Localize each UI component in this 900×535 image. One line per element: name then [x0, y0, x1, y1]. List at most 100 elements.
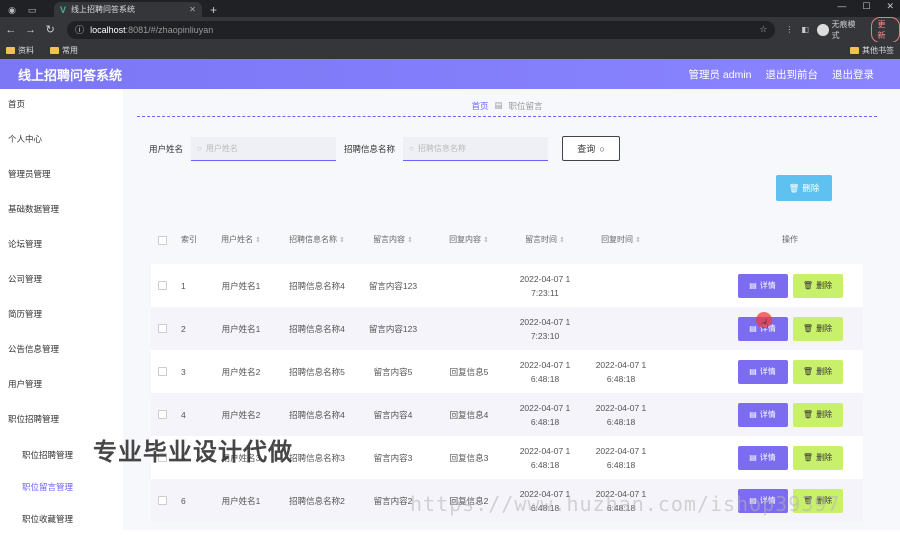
- sort-icon[interactable]: ⇕: [559, 237, 565, 244]
- sidebar-item-resume[interactable]: 简历管理: [0, 299, 123, 334]
- cell-index: 6: [173, 494, 203, 508]
- sidebar-item-home[interactable]: 首页: [0, 89, 123, 124]
- cell-reply: 回复信息3: [431, 451, 507, 465]
- cell-index: 3: [173, 365, 203, 379]
- sort-icon[interactable]: ⇕: [255, 237, 261, 244]
- back-to-frontend-link[interactable]: 退出到前台: [766, 67, 819, 82]
- detail-button[interactable]: ▤详情: [738, 403, 788, 427]
- job-info-input[interactable]: ○ 招聘信息名称: [403, 137, 548, 161]
- delete-button-label: 删除: [816, 451, 832, 465]
- cell-message-time: 2022-04-07 1 6:48:18: [507, 444, 583, 472]
- window-controls: — ☐ ✕: [837, 1, 894, 12]
- header-message-time[interactable]: 留言时间⇕: [507, 233, 583, 248]
- sidebar-item-admins[interactable]: 管理员管理: [0, 159, 123, 194]
- other-bookmarks[interactable]: 其他书签: [850, 45, 894, 56]
- detail-button[interactable]: ▤详情: [738, 446, 788, 470]
- minimize-icon[interactable]: —: [837, 1, 846, 12]
- detail-button-label: 详情: [760, 451, 776, 465]
- select-all-checkbox[interactable]: [158, 236, 167, 245]
- bookmark-folder[interactable]: 常用: [50, 45, 78, 56]
- row-checkbox[interactable]: [158, 281, 167, 290]
- forward-icon[interactable]: →: [22, 24, 40, 36]
- sidebar-item-forum[interactable]: 论坛管理: [0, 229, 123, 264]
- address-bar-row: ← → ↻ ⓘ localhost:8081/#/zhaopinliuyan ☆…: [0, 17, 900, 42]
- row-checkbox[interactable]: [158, 410, 167, 419]
- row-checkbox[interactable]: [158, 367, 167, 376]
- cell-actions: ▤详情🗑删除: [659, 403, 863, 427]
- row-checkbox[interactable]: [158, 324, 167, 333]
- logout-link[interactable]: 退出登录: [832, 67, 874, 82]
- sidebar-subitem-job-messages[interactable]: 职位留言管理: [0, 471, 123, 503]
- url-host: localhost: [90, 25, 126, 35]
- bookmark-star-icon[interactable]: ☆: [759, 24, 767, 35]
- incognito-label: 无痕模式: [832, 19, 863, 41]
- user-name-label: 用户姓名: [149, 143, 183, 155]
- header-reply-time[interactable]: 回复时间⇕: [583, 233, 659, 248]
- query-button[interactable]: 查询 ○: [562, 136, 620, 161]
- user-name-placeholder: 用户姓名: [206, 143, 238, 154]
- sort-icon[interactable]: ⇕: [407, 237, 413, 244]
- cell-index: 1: [173, 279, 203, 293]
- update-button[interactable]: 更新: [871, 17, 900, 43]
- header-message[interactable]: 留言内容⇕: [355, 233, 431, 248]
- header-label: 用户姓名: [221, 235, 253, 244]
- breadcrumb-home[interactable]: 首页: [471, 100, 488, 112]
- cell-actions: ▤详情🗑删除: [659, 446, 863, 470]
- sidebar-subitem-job-favorites[interactable]: 职位收藏管理: [0, 503, 123, 535]
- sidebar-item-company[interactable]: 公司管理: [0, 264, 123, 299]
- row-checkbox[interactable]: [158, 496, 167, 505]
- maximize-icon[interactable]: ☐: [862, 1, 870, 12]
- site-info-icon[interactable]: ⓘ: [75, 23, 84, 36]
- watermark-url: https://www.huzhan.com/ishop39397: [410, 492, 840, 516]
- breadcrumb-current: 职位留言: [509, 100, 543, 112]
- back-icon[interactable]: ←: [2, 24, 20, 36]
- cell-job-info: 招聘信息名称5: [279, 365, 355, 379]
- window-close-icon[interactable]: ✕: [886, 1, 894, 12]
- document-icon: ▤: [749, 408, 757, 422]
- reload-icon[interactable]: ↻: [41, 23, 59, 36]
- close-icon[interactable]: ✕: [189, 5, 196, 14]
- sidebar-item-basic-data[interactable]: 基础数据管理: [0, 194, 123, 229]
- user-name-input[interactable]: ○ 用户姓名: [191, 137, 336, 161]
- batch-delete-button[interactable]: 🗑 删除: [776, 175, 832, 201]
- header-label: 回复内容: [449, 235, 481, 244]
- new-tab-button[interactable]: +: [210, 3, 217, 17]
- cell-job-info: 招聘信息名称4: [279, 279, 355, 293]
- cell-message: 留言内容3: [355, 451, 431, 465]
- trash-icon: 🗑: [803, 451, 813, 465]
- trash-icon: 🗑: [803, 322, 813, 336]
- delete-button[interactable]: 🗑删除: [793, 360, 843, 384]
- detail-button[interactable]: ▤详情: [738, 360, 788, 384]
- cell-message-time: 2022-04-07 1 6:48:18: [507, 358, 583, 386]
- delete-button[interactable]: 🗑删除: [793, 274, 843, 298]
- delete-button-label: 删除: [816, 365, 832, 379]
- extensions-icon[interactable]: ⋮: [785, 25, 793, 34]
- sidebar-item-users[interactable]: 用户管理: [0, 369, 123, 404]
- tab-list-icon[interactable]: ▭: [24, 3, 40, 17]
- sidebar-item-profile[interactable]: 个人中心: [0, 124, 123, 159]
- delete-button[interactable]: 🗑删除: [793, 446, 843, 470]
- header-job-info[interactable]: 招聘信息名称⇕: [279, 233, 355, 248]
- sidebar-item-notices[interactable]: 公告信息管理: [0, 334, 123, 369]
- promo-overlay-text: 专业毕业设计代做: [93, 432, 293, 467]
- sort-icon[interactable]: ⇕: [635, 237, 641, 244]
- sidepanel-icon[interactable]: ◧: [801, 25, 809, 34]
- url-input[interactable]: ⓘ localhost:8081/#/zhaopinliuyan ☆: [67, 21, 775, 39]
- header-reply[interactable]: 回复内容⇕: [431, 233, 507, 248]
- cell-job-info: 招聘信息名称4: [279, 322, 355, 336]
- cell-reply: 回复信息4: [431, 408, 507, 422]
- cell-message: 留言内容4: [355, 408, 431, 422]
- incognito-indicator[interactable]: 无痕模式: [817, 19, 863, 41]
- document-icon: ▤: [749, 279, 757, 293]
- sort-icon[interactable]: ⇕: [483, 237, 489, 244]
- delete-button[interactable]: 🗑删除: [793, 317, 843, 341]
- browser-tab-active[interactable]: V 线上招聘问答系统 ✕: [54, 2, 202, 17]
- vue-logo-icon: V: [60, 5, 66, 15]
- bookmark-folder[interactable]: 资料: [6, 45, 34, 56]
- detail-button[interactable]: ▤详情: [738, 274, 788, 298]
- browser-menu-icon[interactable]: ◉: [4, 3, 20, 17]
- cell-actions: ▤详情🗑删除: [659, 274, 863, 298]
- header-user-name[interactable]: 用户姓名⇕: [203, 233, 279, 248]
- delete-button[interactable]: 🗑删除: [793, 403, 843, 427]
- sort-icon[interactable]: ⇕: [339, 237, 345, 244]
